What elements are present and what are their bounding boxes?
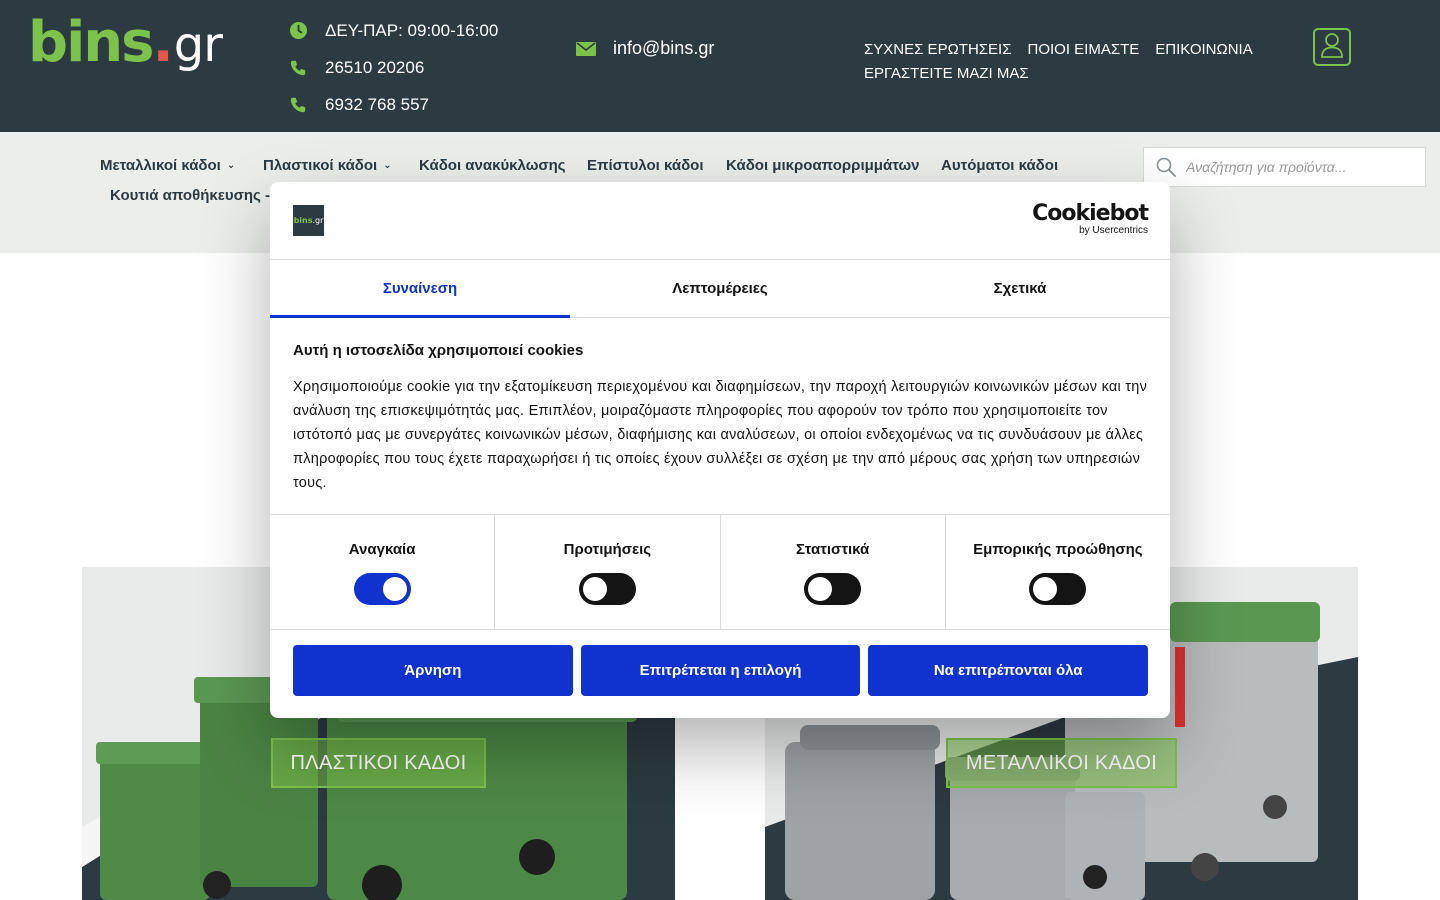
- clock-icon: [288, 21, 308, 41]
- statistics-switch[interactable]: [804, 573, 862, 605]
- cookiebot-logo-text: Cookiebot: [1032, 201, 1149, 226]
- nav-contact[interactable]: ΕΠΙΚΟΙΝΩΝΙΑ: [1155, 41, 1252, 58]
- metal-bins-button[interactable]: ΜΕΤΑΛΛΙΚΟΙ ΚΑΔΟΙ: [946, 738, 1177, 788]
- allow-selection-button[interactable]: Επιτρέπεται η επιλογή: [580, 645, 861, 696]
- marketing-switch[interactable]: [1029, 573, 1087, 605]
- switch-knob: [1033, 577, 1058, 601]
- logo-tld-text: gr: [173, 17, 223, 73]
- top-navigation: ΣΥΧΝΕΣ ΕΡΩΤΗΣΕΙΣ ΠΟΙΟΙ ΕΙΜΑΣΤΕ ΕΠΙΚΟΙΝΩΝΙΑ…: [864, 38, 1284, 86]
- user-icon: [1320, 32, 1344, 63]
- cookie-description: Χρησιμοποιούμε cookie για την εξατομίκευ…: [293, 379, 1148, 491]
- product-search: [1143, 147, 1426, 187]
- cookie-actions: Άρνηση Επιτρέπεται η επιλογή Να επιτρέπο…: [270, 629, 1170, 718]
- preferences-switch[interactable]: [578, 573, 636, 605]
- phone-icon: [288, 58, 308, 78]
- nav-about[interactable]: ΠΟΙΟΙ ΕΙΜΑΣΤΕ: [1028, 41, 1140, 58]
- switch-knob: [808, 577, 833, 601]
- tab-about[interactable]: Σχετικά: [870, 260, 1170, 317]
- category-automatic-bins[interactable]: Αυτόματοι κάδοι: [941, 157, 1058, 174]
- toggle-label: Στατιστικά: [795, 541, 870, 558]
- tab-details[interactable]: Λεπτομέρειες: [570, 260, 870, 317]
- category-plastic-bins[interactable]: Πλαστικοί κάδοι ⌄: [263, 157, 392, 174]
- category-recycling-bins[interactable]: Κάδοι ανακύκλωσης: [419, 157, 566, 174]
- category-metal-bins[interactable]: Μεταλλικοί κάδοι ⌄: [100, 157, 235, 174]
- category-label: Αυτόματοι κάδοι: [941, 157, 1059, 174]
- phone-mobile[interactable]: 6932 768 557: [288, 86, 498, 123]
- cookie-consent-dialog: bins .gr Cookiebot by Usercentrics Συναίν…: [270, 182, 1170, 718]
- logo-small-main: bins: [293, 216, 313, 225]
- necessary-switch[interactable]: [353, 573, 411, 605]
- nav-careers[interactable]: ΕΡΓΑΣΤΕΙΤΕ ΜΑΖΙ ΜΑΣ: [864, 65, 1029, 82]
- category-label: Κουτιά αποθήκευσης -: [110, 187, 270, 204]
- category-label: Κάδοι μικροαπορριμμάτων: [726, 157, 920, 174]
- category-label: Επίστυλοι κάδοι: [587, 157, 704, 174]
- plastic-bins-button[interactable]: ΠΛΑΣΤΙΚΟΙ ΚΑΔΟΙ: [271, 738, 486, 788]
- category-label: Πλαστικοί κάδοι: [263, 157, 378, 174]
- tab-consent[interactable]: Συναίνεση: [270, 260, 570, 318]
- site-logo-small: bins .gr: [293, 205, 324, 236]
- deny-button[interactable]: Άρνηση: [293, 645, 573, 696]
- cookie-tabs: Συναίνεση Λεπτομέρειες Σχετικά: [270, 260, 1170, 318]
- category-label: Κάδοι ανακύκλωσης: [419, 157, 566, 174]
- phone-mobile-text: 6932 768 557: [325, 94, 429, 114]
- toggle-label: Προτιμήσεις: [563, 541, 652, 558]
- phone-landline-text: 26510 20206: [325, 57, 425, 77]
- switch-knob: [382, 577, 407, 601]
- chevron-down-icon: ⌄: [226, 160, 236, 171]
- toggle-marketing: Εμπορικής προώθησης: [946, 515, 1170, 629]
- cookie-body: Αυτή η ιστοσελίδα χρησιμοποιεί cookies Χ…: [270, 318, 1170, 515]
- logo-small-tld: .gr: [312, 216, 324, 225]
- envelope-icon: [576, 39, 596, 59]
- contact-info: ΔΕΥ-ΠΑΡ: 09:00-16:00 26510 20206 6932 76…: [288, 12, 498, 123]
- search-icon: [1156, 156, 1178, 178]
- chevron-down-icon: ⌄: [383, 160, 392, 171]
- top-bar: bins. gr ΔΕΥ-ΠΑΡ: 09:00-16:00 26510 20206…: [0, 0, 1440, 132]
- toggle-preferences: Προτιμήσεις: [495, 515, 721, 629]
- logo-main-text: bins: [28, 10, 154, 75]
- category-wall-bins[interactable]: Επίστυλοι κάδοι: [587, 157, 704, 174]
- toggle-label: Εμπορικής προώθησης: [973, 541, 1143, 558]
- logo-dot: .: [152, 10, 174, 75]
- account-button[interactable]: [1313, 28, 1351, 66]
- nav-faq[interactable]: ΣΥΧΝΕΣ ΕΡΩΤΗΣΕΙΣ: [864, 41, 1012, 58]
- phone-landline[interactable]: 26510 20206: [288, 49, 498, 86]
- toggle-statistics: Στατιστικά: [721, 515, 946, 629]
- phone-icon: [288, 95, 308, 115]
- cookiebot-logo[interactable]: Cookiebot by Usercentrics: [1032, 201, 1149, 236]
- site-logo[interactable]: bins. gr: [28, 10, 223, 78]
- category-small-bins[interactable]: Κάδοι μικροαπορριμμάτων: [726, 157, 920, 174]
- search-input[interactable]: [1186, 159, 1416, 175]
- cookie-title: Αυτή η ιστοσελίδα χρησιμοποιεί cookies: [293, 342, 584, 359]
- category-storage-boxes[interactable]: Κουτιά αποθήκευσης -: [110, 187, 270, 204]
- email-text: info@bins.gr: [613, 38, 715, 58]
- cookiebot-byline: by Usercentrics: [1079, 225, 1148, 236]
- cookie-category-toggles: Αναγκαία Προτιμήσεις Στατιστικά Εμπορική…: [270, 515, 1170, 629]
- email-link[interactable]: info@bins.gr: [576, 30, 714, 67]
- opening-hours: ΔΕΥ-ΠΑΡ: 09:00-16:00: [288, 12, 498, 49]
- allow-all-button[interactable]: Να επιτρέπονται όλα: [868, 645, 1149, 696]
- switch-knob: [582, 577, 607, 601]
- opening-hours-text: ΔΕΥ-ΠΑΡ: 09:00-16:00: [325, 20, 499, 40]
- toggle-necessary: Αναγκαία: [270, 515, 496, 629]
- cookie-dialog-header: bins .gr Cookiebot by Usercentrics: [270, 182, 1170, 260]
- toggle-label: Αναγκαία: [348, 541, 416, 558]
- category-label: Μεταλλικοί κάδοι: [100, 157, 221, 174]
